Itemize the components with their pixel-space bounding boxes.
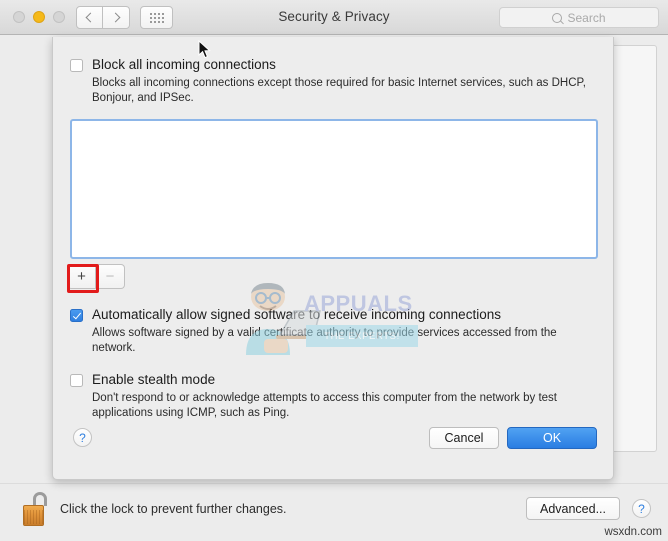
- stealth-mode-label: Enable stealth mode: [92, 372, 216, 387]
- auto-allow-checkbox[interactable]: [70, 309, 83, 322]
- auto-allow-description: Allows software signed by a valid certif…: [92, 327, 557, 354]
- advanced-button[interactable]: Advanced...: [526, 497, 620, 520]
- search-icon: [552, 12, 563, 23]
- add-app-button[interactable]: +: [67, 264, 96, 289]
- block-all-description: Blocks all incoming connections except t…: [92, 77, 586, 104]
- sheet-footer: ? Cancel OK: [53, 419, 613, 479]
- firewall-options-sheet: Block all incoming connections Blocks al…: [52, 37, 614, 480]
- remove-app-button: −: [96, 264, 125, 289]
- stealth-mode-checkbox[interactable]: [70, 374, 83, 387]
- stealth-mode-description: Don't respond to or acknowledge attempts…: [92, 392, 557, 419]
- screenshot-root: Security & Privacy Search Click the lock…: [0, 0, 668, 541]
- system-preferences-window: Security & Privacy Search Click the lock…: [0, 0, 668, 541]
- open-padlock-icon[interactable]: [22, 492, 50, 526]
- lock-hint-text: Click the lock to prevent further change…: [60, 502, 287, 516]
- ok-button[interactable]: OK: [507, 427, 597, 449]
- cancel-button[interactable]: Cancel: [429, 427, 499, 449]
- corner-watermark: wsxdn.com: [604, 526, 662, 538]
- sheet-help-button[interactable]: ?: [73, 428, 92, 447]
- block-all-checkbox[interactable]: [70, 59, 83, 72]
- search-placeholder: Search: [567, 10, 606, 25]
- help-button[interactable]: ?: [632, 499, 651, 518]
- allowed-apps-list[interactable]: [70, 119, 598, 259]
- window-titlebar: Security & Privacy Search: [0, 0, 668, 35]
- auto-allow-label: Automatically allow signed software to r…: [92, 307, 501, 322]
- preferences-bottom-bar: Click the lock to prevent further change…: [0, 483, 668, 541]
- list-add-remove-controls: + −: [67, 264, 125, 289]
- block-all-label: Block all incoming connections: [92, 57, 276, 72]
- search-field[interactable]: Search: [499, 7, 659, 28]
